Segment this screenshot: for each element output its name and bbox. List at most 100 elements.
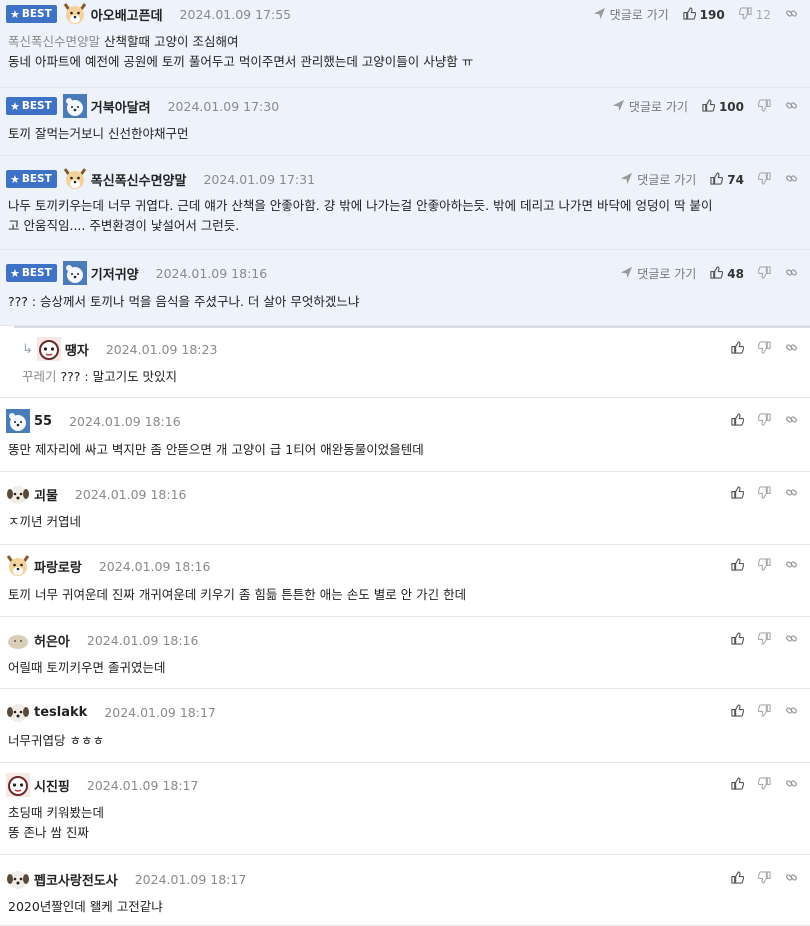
thumbs-down-icon (758, 777, 771, 793)
best-comment: ★ BEST 기저귀양 2024.01.09 18:16 댓글로 가기 48 ??? : 승… (0, 250, 810, 326)
goto-comment-link[interactable]: 댓글로 가기 (612, 98, 688, 115)
like-button[interactable] (731, 341, 744, 357)
dislike-button[interactable] (758, 265, 771, 282)
nickname[interactable]: 기저귀양 (91, 264, 139, 283)
comment-actions (731, 486, 798, 502)
comment-actions: 댓글로 가기 48 (620, 265, 798, 282)
thumbs-down-icon (758, 704, 771, 720)
comment-actions (731, 632, 798, 648)
comment-date: 2024.01.09 18:17 (134, 871, 247, 887)
like-button[interactable] (731, 871, 744, 887)
comment-header: 시진핑 2024.01.09 18:17 (6, 773, 198, 797)
copy-link-button[interactable] (785, 777, 798, 793)
nickname[interactable]: 아오배고픈데 (91, 5, 163, 24)
thumbs-up-icon (731, 558, 744, 574)
puppy-avatar-icon[interactable] (6, 700, 30, 724)
copy-link-button[interactable] (785, 266, 798, 282)
nickname[interactable]: 펩코사랑전도사 (34, 870, 118, 889)
like-button[interactable]: 100 (702, 98, 744, 115)
dislike-button[interactable] (758, 777, 771, 793)
thumbs-up-icon (731, 486, 744, 502)
like-count: 74 (727, 172, 744, 187)
dislike-button[interactable] (758, 632, 771, 648)
thumbs-up-icon (731, 871, 744, 887)
like-button[interactable] (731, 558, 744, 574)
comment: teslakk 2024.01.09 18:17 너무귀엽당 ㅎㅎㅎ (0, 689, 810, 763)
nickname[interactable]: 땡자 (65, 340, 89, 359)
copy-link-button[interactable] (785, 704, 798, 720)
reply-target-nick[interactable]: 꾸레기 (22, 369, 57, 384)
dislike-button[interactable] (758, 871, 771, 887)
dog-avatar-icon[interactable] (63, 167, 87, 191)
dislike-count: 12 (755, 7, 771, 22)
character-avatar-icon[interactable] (36, 337, 61, 361)
dislike-button[interactable] (758, 558, 771, 574)
dislike-button[interactable] (758, 341, 771, 357)
dislike-button[interactable] (758, 413, 771, 429)
dog-avatar-icon[interactable] (6, 554, 30, 578)
copy-link-button[interactable] (785, 871, 798, 887)
like-button[interactable] (731, 777, 744, 793)
thumbs-down-icon (758, 486, 771, 502)
best-comment: ★ BEST 거북아달려 2024.01.09 17:30 댓글로 가기 100 토끼 잘먹… (0, 88, 810, 156)
like-button[interactable] (731, 632, 744, 648)
thumbs-up-icon (731, 632, 744, 648)
best-badge: ★ BEST (6, 170, 57, 188)
nickname[interactable]: 허은아 (34, 631, 70, 650)
polarbear-avatar-icon[interactable] (6, 409, 30, 433)
link-icon (785, 486, 798, 502)
link-icon (785, 341, 798, 357)
dog-avatar-icon[interactable] (63, 2, 87, 26)
like-button[interactable]: 48 (710, 265, 744, 282)
polarbear-avatar-icon[interactable] (62, 94, 87, 118)
nickname[interactable]: 시진핑 (34, 776, 70, 795)
link-icon (785, 172, 798, 188)
copy-link-button[interactable] (785, 172, 798, 188)
copy-link-button[interactable] (785, 99, 798, 115)
goto-comment-link[interactable]: 댓글로 가기 (620, 265, 696, 282)
copy-link-button[interactable] (785, 558, 798, 574)
thumbs-down-icon (758, 171, 771, 188)
nickname[interactable]: 55 (34, 414, 52, 429)
goto-comment-link[interactable]: 댓글로 가기 (620, 171, 696, 188)
goto-comment-link[interactable]: 댓글로 가기 (593, 6, 669, 23)
best-badge: ★ BEST (6, 264, 57, 282)
thumbs-down-icon (758, 98, 771, 115)
reply-comment: ↳ 땡자 2024.01.09 18:23 꾸레기??? : 말고기도 맛있지 (0, 328, 810, 398)
like-button[interactable] (731, 486, 744, 502)
like-button[interactable]: 190 (683, 6, 725, 23)
nickname[interactable]: 파랑로랑 (34, 557, 82, 576)
link-icon (785, 99, 798, 115)
dislike-button[interactable] (758, 171, 771, 188)
nickname[interactable]: 거북아달려 (91, 97, 151, 116)
best-section-divider (14, 326, 810, 328)
like-button[interactable] (731, 704, 744, 720)
puppy-avatar-icon[interactable] (6, 482, 30, 506)
reply-target-nick[interactable]: 폭신폭신수면양말 (8, 34, 100, 49)
dislike-button[interactable] (758, 98, 771, 115)
like-button[interactable] (731, 413, 744, 429)
polarbear-avatar-icon[interactable] (62, 261, 87, 285)
blob-avatar-icon[interactable] (6, 628, 30, 652)
dislike-button[interactable]: 12 (738, 6, 771, 23)
nickname[interactable]: teslakk (34, 705, 87, 720)
comment-date: 2024.01.09 18:17 (104, 704, 216, 720)
dislike-button[interactable] (758, 486, 771, 502)
copy-link-button[interactable] (785, 486, 798, 502)
copy-link-button[interactable] (785, 632, 798, 648)
comment-text: 토끼 너무 귀여운데 진짜 개귀여운데 키우기 좀 힘듦 튼튼한 애는 손도 별… (8, 587, 467, 602)
puppy-avatar-icon[interactable] (6, 867, 30, 891)
nickname[interactable]: 폭신폭신수면양말 (91, 170, 187, 189)
star-icon: ★ (10, 266, 20, 280)
nickname[interactable]: 괴물 (34, 485, 58, 504)
copy-link-button[interactable] (785, 341, 798, 357)
character-avatar-icon[interactable] (6, 773, 30, 797)
dislike-button[interactable] (758, 704, 771, 720)
comment-header: 허은아 2024.01.09 18:16 (6, 628, 198, 652)
star-icon: ★ (10, 172, 20, 186)
comment-actions (731, 413, 798, 429)
copy-link-button[interactable] (785, 413, 798, 429)
like-button[interactable]: 74 (710, 171, 744, 188)
copy-link-button[interactable] (785, 7, 798, 23)
comment-date: 2024.01.09 18:16 (86, 632, 199, 648)
